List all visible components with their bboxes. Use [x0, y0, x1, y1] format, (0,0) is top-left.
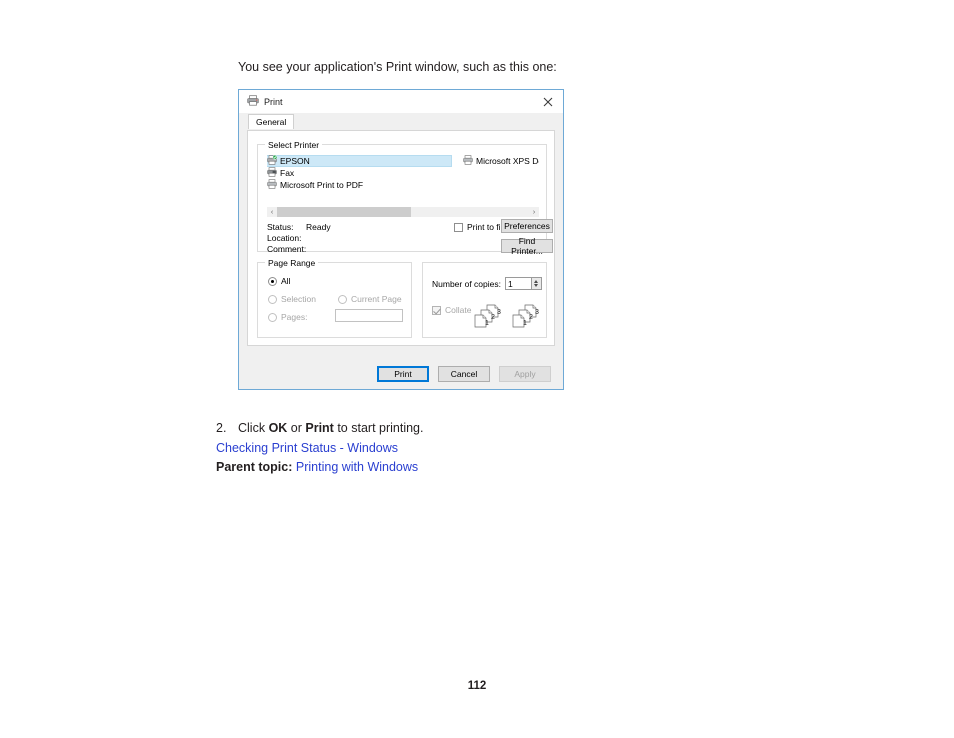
cancel-button[interactable]: Cancel [438, 366, 490, 382]
bold-ok: OK [268, 421, 288, 435]
svg-text:3: 3 [497, 309, 501, 316]
intro-text: You see your application's Print window,… [238, 60, 557, 74]
printer-name: EPSON [280, 156, 310, 166]
dialog-footer: Print Cancel Apply [239, 366, 563, 382]
select-printer-title: Select Printer [265, 140, 323, 150]
chevron-down-icon[interactable] [534, 284, 539, 287]
list-item[interactable]: Fax [267, 167, 539, 179]
checkbox-box[interactable] [432, 305, 441, 315]
radio-current-page[interactable]: Current Page [338, 294, 402, 304]
location-row: Location: [267, 233, 331, 244]
chevron-up-icon[interactable] [534, 280, 539, 283]
parent-topic-line: Parent topic: Printing with Windows [216, 460, 816, 474]
print-button[interactable]: Print [377, 366, 429, 382]
location-label: Location: [267, 233, 302, 243]
step-2: 2. Click OK or Print to start printing. [216, 421, 816, 435]
print-to-file-checkbox[interactable]: Print to file [454, 222, 507, 232]
svg-text:2: 2 [529, 314, 533, 321]
radio-pages-label: Pages: [281, 312, 308, 322]
collate-illustration: 321 321 [467, 303, 543, 333]
close-icon[interactable] [541, 95, 555, 109]
page-range-group: Page Range All Selection Current Page Pa… [257, 258, 412, 338]
select-printer-group: Select Printer EPSON Microsoft XPS D Fax… [257, 140, 553, 256]
chevron-left-icon[interactable]: ‹ [267, 207, 277, 217]
checkbox-box[interactable] [454, 222, 463, 232]
link-checking-print-status[interactable]: Checking Print Status - Windows [216, 441, 398, 455]
horizontal-scrollbar[interactable]: ‹ › [267, 207, 539, 217]
preferences-button[interactable]: Preferences [501, 219, 553, 233]
page-number: 112 [467, 680, 487, 692]
chevron-right-icon[interactable]: › [529, 207, 539, 217]
copies-group: Number of copies: 1 Collate 3 2 1 3 2 1 [422, 262, 547, 338]
svg-text:1: 1 [485, 320, 489, 327]
dialog-title: Print [264, 96, 283, 107]
collate-checkbox[interactable]: Collate [432, 305, 471, 315]
radio-selection-label: Selection [281, 294, 316, 304]
scrollbar-track[interactable] [277, 207, 529, 217]
printer-icon [463, 155, 474, 167]
scrollbar-thumb[interactable] [277, 207, 411, 217]
printer-name: Microsoft Print to PDF [280, 180, 364, 190]
pages-input[interactable] [335, 309, 403, 322]
printer-icon [267, 179, 278, 191]
radio-all[interactable]: All [268, 276, 290, 286]
tab-general[interactable]: General [248, 114, 295, 129]
tab-strip: General [239, 113, 563, 129]
step-text: Click OK or Print to start printing. [238, 421, 424, 435]
step-number: 2. [216, 421, 227, 435]
bold-print: Print [305, 421, 334, 435]
spinner-buttons[interactable] [530, 277, 542, 290]
printer-icon [247, 95, 259, 108]
quantity-stepper[interactable]: 1 [504, 277, 542, 290]
list-item[interactable]: Microsoft Print to PDF [267, 179, 539, 191]
status-row: Status: Ready [267, 222, 331, 233]
print-dialog: Print General Select Printer EPSON Micro… [238, 89, 564, 390]
page-range-title: Page Range [265, 258, 319, 268]
printer-default-icon [267, 155, 278, 167]
dialog-titlebar: Print [239, 90, 563, 113]
printer-second-column[interactable]: Microsoft XPS Documen [463, 155, 539, 167]
status-value: Ready [306, 222, 331, 232]
radio-current-page-label: Current Page [351, 294, 402, 304]
apply-button: Apply [499, 366, 551, 382]
radio-button[interactable] [268, 276, 277, 286]
checking-print-status-link-line: Checking Print Status - Windows [216, 441, 816, 455]
fax-icon [267, 167, 278, 179]
printer-name: Fax [280, 168, 295, 178]
svg-text:1: 1 [523, 320, 527, 327]
radio-button[interactable] [338, 294, 347, 304]
number-of-copies-label: Number of copies: [432, 278, 501, 289]
list-item[interactable]: EPSON Microsoft XPS Documen [267, 155, 539, 167]
titlebar-left: Print [247, 95, 283, 108]
comment-row: Comment: [267, 244, 331, 255]
number-of-copies-row: Number of copies: 1 [432, 277, 542, 290]
svg-text:3: 3 [535, 309, 539, 316]
radio-button[interactable] [268, 294, 277, 304]
parent-topic-label: Parent topic: [216, 460, 293, 474]
comment-label: Comment: [267, 244, 307, 254]
link-printing-with-windows[interactable]: Printing with Windows [296, 460, 418, 474]
printer-name: Microsoft XPS Documen [476, 156, 539, 166]
svg-text:2: 2 [491, 314, 495, 321]
find-printer-button[interactable]: Find Printer... [501, 236, 553, 256]
steps-block: 2. Click OK or Print to start printing. … [216, 421, 816, 474]
radio-pages[interactable]: Pages: [268, 312, 307, 322]
printer-list[interactable]: EPSON Microsoft XPS Documen [267, 155, 539, 202]
tab-page-general: Select Printer EPSON Microsoft XPS D Fax… [247, 130, 555, 346]
radio-all-label: All [281, 276, 291, 286]
radio-selection[interactable]: Selection [268, 294, 316, 304]
radio-button[interactable] [268, 312, 277, 322]
copies-input[interactable]: 1 [504, 277, 531, 290]
status-label: Status: [267, 222, 294, 232]
printer-status-block: Status: Ready Location: Comment: [267, 222, 331, 255]
